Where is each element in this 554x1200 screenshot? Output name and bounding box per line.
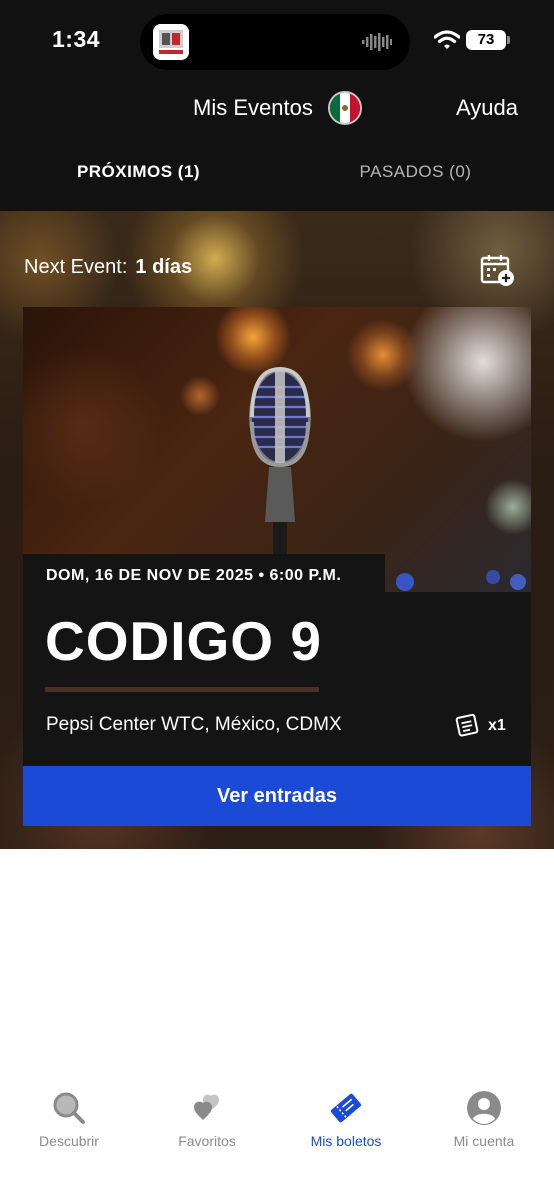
event-section: Next Event: 1 días DOM, 16 DE NOV DE 202…: [0, 211, 554, 849]
hearts-icon: [194, 1094, 219, 1120]
nav-mis-boletos[interactable]: Mis boletos: [277, 1090, 415, 1160]
nav-descubrir[interactable]: Descubrir: [0, 1090, 138, 1160]
event-title-divider: [45, 687, 319, 692]
help-link[interactable]: Ayuda: [456, 95, 518, 121]
account-icon: [467, 1091, 501, 1125]
event-venue: Pepsi Center WTC, México, CDMX: [46, 714, 342, 735]
status-time: 1:34: [52, 26, 101, 52]
tab-pasados[interactable]: PASADOS (0): [277, 140, 554, 211]
microphone-image: [249, 366, 526, 592]
mexico-flag-icon[interactable]: [328, 91, 362, 125]
ver-entradas-button[interactable]: Ver entradas: [23, 766, 531, 826]
battery-tip: [507, 36, 510, 44]
nav-label-mi-cuenta: Mi cuenta: [453, 1133, 515, 1149]
next-event-days: 1 días: [135, 256, 193, 278]
calendar-add-icon[interactable]: [480, 253, 516, 287]
event-image: [23, 307, 531, 592]
next-event-label: Next Event: 1 días: [24, 256, 192, 279]
battery-icon: 73: [466, 30, 506, 50]
wifi-icon: [434, 30, 460, 49]
event-date-box: DOM, 16 DE NOV DE 2025 • 6:00 P.M.: [23, 554, 385, 592]
nav-label-descubrir: Descubrir: [39, 1133, 99, 1149]
app-thumbnail-icon[interactable]: [153, 24, 189, 60]
tab-proximos[interactable]: PRÓXIMOS (1): [0, 140, 277, 211]
nav-mi-cuenta[interactable]: Mi cuenta: [415, 1090, 553, 1160]
bottom-nav: Descubrir Favoritos Mis boletos Mi cuent…: [0, 1080, 554, 1200]
event-title: CODIGO 9: [45, 610, 322, 672]
audio-wave-icon: [362, 33, 392, 51]
nav-label-favoritos: Favoritos: [178, 1133, 236, 1149]
tickets-icon: [330, 1093, 362, 1123]
next-event-prefix: Next Event:: [24, 256, 128, 278]
ticket-icon: [455, 713, 479, 737]
ticket-count: x1: [488, 717, 506, 734]
event-card[interactable]: DOM, 16 DE NOV DE 2025 • 6:00 P.M. CODIG…: [23, 307, 531, 826]
events-tabs: PRÓXIMOS (1) PASADOS (0): [0, 140, 554, 351]
event-date: DOM, 16 DE NOV DE 2025 • 6:00 P.M.: [46, 567, 342, 584]
nav-label-mis-boletos: Mis boletos: [310, 1133, 382, 1149]
nav-favoritos[interactable]: Favoritos: [138, 1090, 276, 1160]
search-icon: [53, 1092, 85, 1124]
dynamic-island[interactable]: [140, 14, 410, 70]
page-title: Mis Eventos: [193, 95, 313, 120]
status-bar: 1:34 73: [0, 0, 554, 82]
app-header: Mis Eventos Ayuda: [0, 82, 554, 140]
